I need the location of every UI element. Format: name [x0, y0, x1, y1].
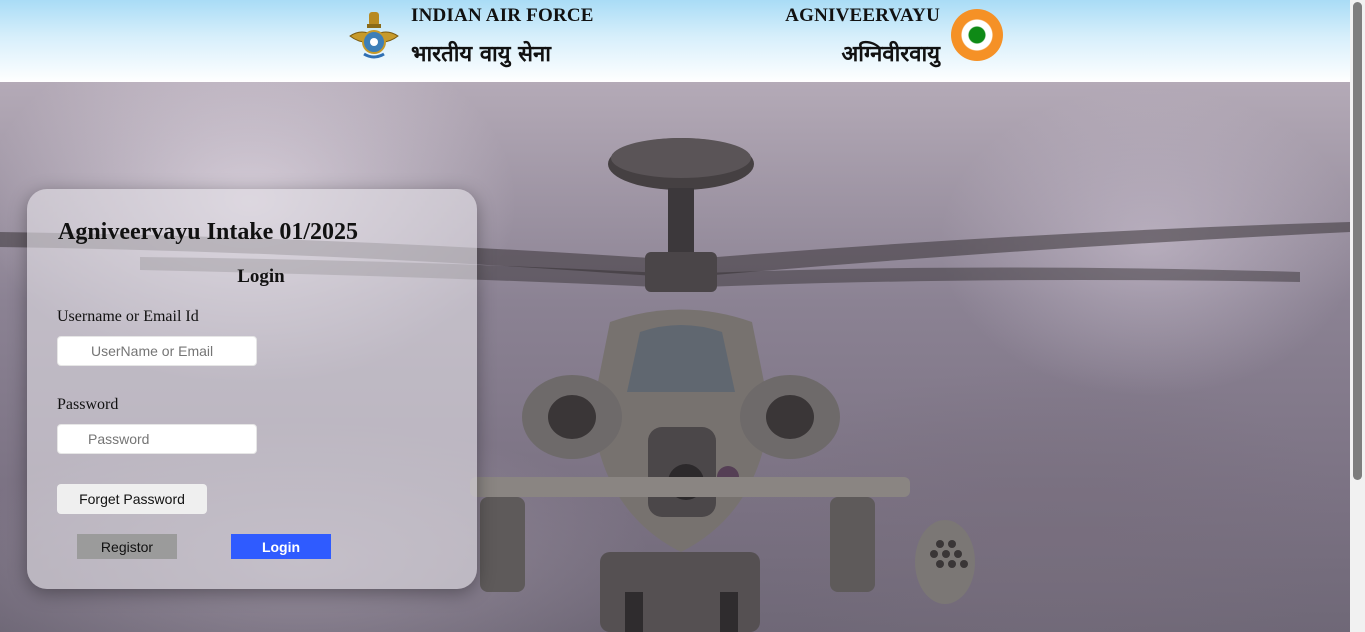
org-name-english: INDIAN AIR FORCE: [411, 5, 594, 26]
iaf-crest-icon: [349, 12, 399, 59]
scheme-name-hindi: अग्निवीरवायु: [841, 42, 940, 67]
org-name-hindi: भारतीय वायु सेना: [411, 42, 551, 67]
scrollbar-thumb[interactable]: [1353, 2, 1362, 480]
login-card: Agniveervayu Intake 01/2025 Login Userna…: [27, 189, 477, 589]
login-button[interactable]: Login: [231, 534, 331, 559]
password-label: Password: [57, 396, 119, 413]
iaf-roundel-icon: [951, 9, 1003, 61]
site-header: INDIAN AIR FORCE भारतीय वायु सेना AGNIVE…: [0, 0, 1350, 82]
username-label: Username or Email Id: [57, 308, 199, 325]
intake-title: Agniveervayu Intake 01/2025: [58, 219, 358, 245]
password-input[interactable]: [57, 424, 257, 454]
forget-password-button[interactable]: Forget Password: [57, 484, 207, 514]
scheme-name-english: AGNIVEERVAYU: [785, 5, 940, 26]
login-heading: Login: [237, 266, 285, 287]
register-button[interactable]: Registor: [77, 534, 177, 559]
username-input[interactable]: [57, 336, 257, 366]
page-scrollbar[interactable]: [1350, 0, 1365, 632]
